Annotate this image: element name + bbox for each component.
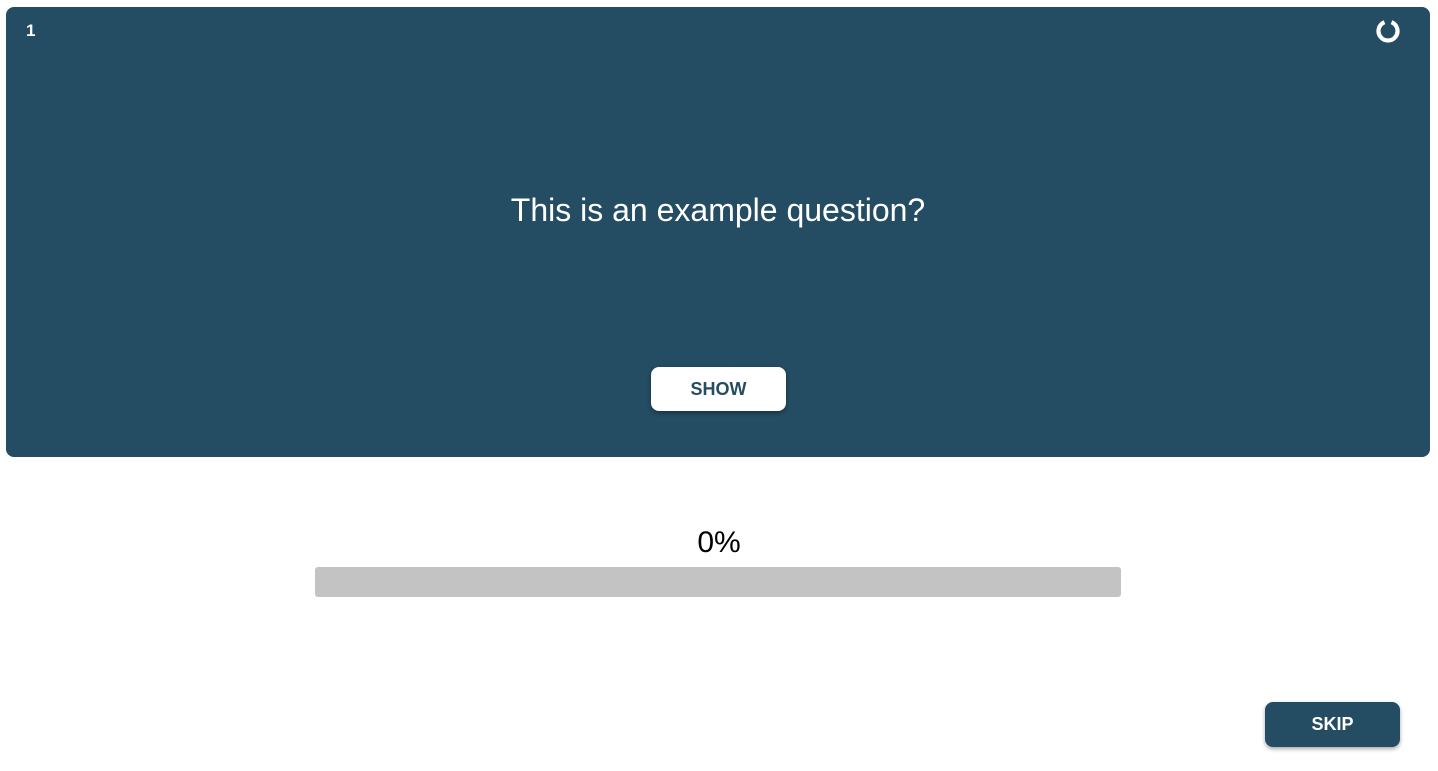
flashcard: 1 This is an example question? SHOW bbox=[6, 7, 1430, 457]
progress-percentage: 0% bbox=[697, 526, 741, 559]
reset-button[interactable] bbox=[1374, 17, 1402, 45]
card-number: 1 bbox=[26, 21, 36, 40]
reset-icon bbox=[1376, 20, 1400, 43]
skip-button[interactable]: SKIP bbox=[1265, 702, 1400, 747]
question-text: This is an example question? bbox=[510, 192, 926, 228]
show-answer-button[interactable]: SHOW bbox=[651, 367, 786, 411]
progress-bar bbox=[315, 567, 1121, 597]
